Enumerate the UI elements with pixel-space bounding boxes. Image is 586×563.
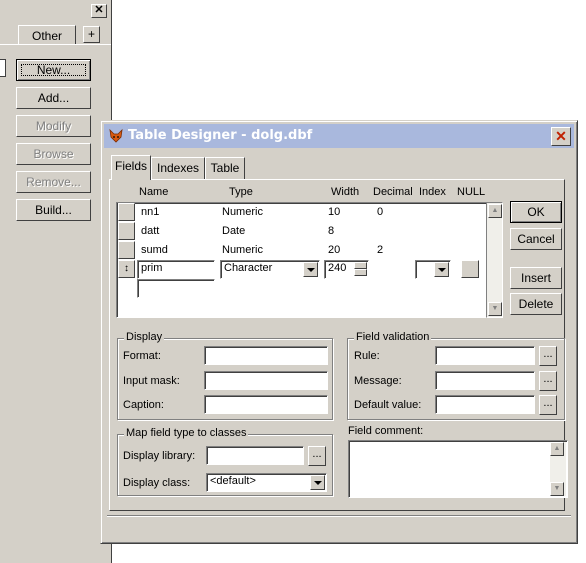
input-mask-input[interactable] [204,371,328,390]
field-name-input[interactable]: prim [137,260,215,279]
row-selector[interactable] [118,203,135,221]
spinner-arrows-icon[interactable] [354,262,367,277]
dialog-close-button[interactable]: ✕ [551,127,571,146]
format-input[interactable] [204,346,328,365]
field-type-value: Character [224,262,273,274]
remove-button[interactable]: Remove... [16,171,91,193]
tab-indexes[interactable]: Indexes [151,157,205,179]
default-value-builder-button[interactable]: ... [539,395,557,415]
ok-button[interactable]: OK [510,201,562,223]
display-class-label: Display class: [123,477,191,489]
comment-scrollbar[interactable]: ▲ ▼ [550,442,566,496]
display-class-select[interactable]: <default> [206,473,327,492]
map-field-type-group-label: Map field type to classes [124,427,249,439]
message-label: Message: [354,375,402,387]
field-width-value: 240 [328,262,347,274]
chevron-down-icon[interactable] [310,475,325,490]
caption-input[interactable] [204,395,328,414]
default-value-input[interactable] [435,395,535,414]
column-header-type: Type [229,186,253,198]
rule-builder-button[interactable]: ... [539,346,557,366]
browse-button[interactable]: Browse [16,143,91,165]
display-library-input[interactable] [206,446,304,465]
format-label: Format: [123,350,161,362]
scroll-up-icon[interactable]: ▲ [550,442,564,456]
insert-button[interactable]: Insert [510,267,562,289]
row-selector[interactable] [118,241,135,259]
tab-divider [0,44,111,45]
field-decimal-cell[interactable]: 0 [377,205,383,219]
grid-scrollbar[interactable]: ▲ ▼ [486,202,503,318]
chevron-down-icon[interactable] [303,262,318,277]
field-name-cell[interactable]: sumd [141,243,168,257]
field-width-cell[interactable]: 10 [328,205,340,219]
field-name-cell[interactable]: datt [141,224,159,238]
display-library-label: Display library: [123,450,196,462]
display-library-browse-button[interactable]: ... [308,446,326,466]
new-button-label: New... [17,60,90,80]
scroll-down-icon[interactable]: ▼ [550,482,564,496]
display-class-value: <default> [210,475,256,487]
chevron-down-icon[interactable] [434,262,449,277]
field-type-cell[interactable]: Date [222,224,245,238]
column-header-null: NULL [457,186,486,198]
null-toggle-button[interactable] [461,260,479,278]
column-header-decimal: Decimal [373,186,413,198]
current-row-marker[interactable]: ↕ [118,260,135,278]
field-index-select[interactable] [415,260,451,279]
project-manager-close-button[interactable]: ✕ [91,4,107,18]
column-header-width: Width [331,186,360,198]
new-field-name-input[interactable] [137,279,215,298]
tab-fields[interactable]: Fields [111,155,151,180]
delete-button[interactable]: Delete [510,293,562,315]
scroll-down-icon[interactable]: ▼ [488,302,502,316]
column-header-index: Index [419,186,446,198]
cancel-button[interactable]: Cancel [510,228,562,250]
add-button[interactable]: Add... [16,87,91,109]
modify-button[interactable]: Modify [16,115,91,137]
tab-table[interactable]: Table [205,157,245,179]
dialog-title: Table Designer - dolg.dbf [128,128,313,143]
scroll-up-icon[interactable]: ▲ [488,204,502,218]
title-bar[interactable]: Table Designer - dolg.dbf ✕ [104,124,574,148]
rule-input[interactable] [435,346,535,365]
field-type-cell[interactable]: Numeric [222,243,263,257]
row-selector[interactable] [118,222,135,240]
field-width-spinner[interactable]: 240 [324,260,369,279]
input-mask-label: Input mask: [123,375,180,387]
tab-scroll-button[interactable]: + [83,26,100,43]
project-list-edge [0,59,6,77]
table-designer-dialog: Table Designer - dolg.dbf ✕ Fields Index… [100,120,578,544]
default-value-label: Default value: [354,399,422,411]
new-button[interactable]: New... [16,59,91,81]
message-builder-button[interactable]: ... [539,371,557,391]
field-comment-label: Field comment: [348,425,424,437]
field-type-cell[interactable]: Numeric [222,205,263,219]
field-width-cell[interactable]: 8 [328,224,334,238]
build-button[interactable]: Build... [16,199,91,221]
caption-label: Caption: [123,399,164,411]
project-manager-window: ✕ Other + New... Add... Modify Browse Re… [0,0,112,563]
field-width-cell[interactable]: 20 [328,243,340,257]
column-header-name: Name [139,186,169,198]
field-type-select[interactable]: Character [220,260,320,279]
foxpro-icon [109,128,123,143]
message-input[interactable] [435,371,535,390]
rule-label: Rule: [354,350,380,362]
field-validation-group-label: Field validation [354,331,432,343]
field-name-cell[interactable]: nn1 [141,205,159,219]
field-decimal-cell[interactable]: 2 [377,243,383,257]
field-comment-textarea[interactable]: ▲ ▼ [348,440,568,498]
bottom-separator [107,515,571,517]
tab-other[interactable]: Other [18,25,76,45]
display-group-label: Display [124,331,165,343]
